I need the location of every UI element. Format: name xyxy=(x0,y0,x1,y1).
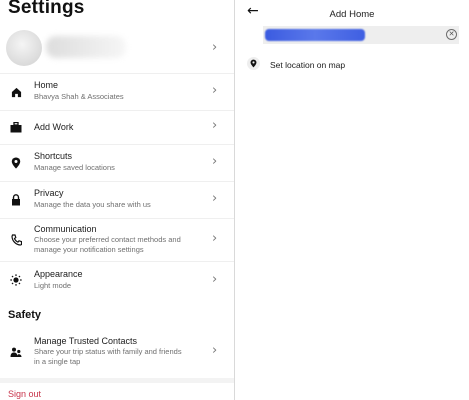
settings-item-trusted-contacts[interactable]: Manage Trusted Contacts Share your trip … xyxy=(0,331,234,373)
section-title-safety: Safety xyxy=(8,309,42,321)
chevron-right-icon: › xyxy=(212,118,218,133)
settings-item-add-work[interactable]: Add Work › xyxy=(0,111,234,144)
settings-item-title: Manage Trusted Contacts xyxy=(34,336,138,346)
set-location-on-map-item[interactable]: Set location on map xyxy=(245,56,465,74)
settings-item-subtitle: Manage the data you share with us xyxy=(34,200,151,209)
settings-item-title: Add Work xyxy=(34,122,74,132)
settings-item-subtitle: Choose your preferred contact methods an… xyxy=(34,235,181,244)
settings-item-subtitle: manage your notification settings xyxy=(34,245,144,254)
chevron-right-icon: › xyxy=(212,154,218,169)
settings-item-subtitle: Bhavya Shah & Associates xyxy=(34,92,124,101)
sun-icon xyxy=(9,273,23,287)
set-location-label: Set location on map xyxy=(270,60,346,70)
chevron-right-icon: › xyxy=(212,40,218,55)
briefcase-icon xyxy=(9,120,23,134)
avatar xyxy=(6,30,42,66)
settings-item-shortcuts[interactable]: Shortcuts Manage saved locations › xyxy=(0,145,234,181)
people-icon xyxy=(9,345,23,359)
clear-icon[interactable]: ✕ xyxy=(446,29,457,40)
settings-item-subtitle: Share your trip status with family and f… xyxy=(34,347,182,356)
address-search-field[interactable]: ✕ xyxy=(263,26,459,44)
home-icon xyxy=(9,85,23,99)
divider xyxy=(0,378,234,383)
settings-item-subtitle: Light mode xyxy=(34,281,72,290)
chevron-right-icon: › xyxy=(212,191,218,206)
chevron-right-icon: › xyxy=(212,272,218,287)
chevron-right-icon: › xyxy=(212,83,218,98)
settings-item-title: Privacy xyxy=(34,188,64,198)
sign-out-link[interactable]: Sign out xyxy=(8,389,41,399)
location-pin-icon xyxy=(247,57,260,70)
settings-item-title: Communication xyxy=(34,224,97,234)
settings-item-subtitle: in a single tap xyxy=(34,357,81,366)
location-pin-icon xyxy=(9,156,23,170)
chevron-right-icon: › xyxy=(212,343,218,358)
lock-icon xyxy=(9,193,23,207)
phone-icon xyxy=(9,233,23,247)
settings-item-title: Appearance xyxy=(34,269,83,279)
page-title: Add Home xyxy=(329,9,375,20)
settings-item-communication[interactable]: Communication Choose your preferred cont… xyxy=(0,219,234,261)
page-title: Settings xyxy=(8,0,85,18)
profile-name-redacted xyxy=(46,36,126,58)
add-home-panel: ← Add Home ✕ Set location on map xyxy=(235,0,469,400)
profile-row[interactable]: › xyxy=(0,26,234,72)
settings-item-title: Shortcuts xyxy=(34,151,73,161)
address-input[interactable] xyxy=(263,26,459,44)
settings-panel: Settings › Home Bhavya Shah & Associates… xyxy=(0,0,234,400)
settings-item-appearance[interactable]: Appearance Light mode › xyxy=(0,262,234,298)
settings-item-privacy[interactable]: Privacy Manage the data you share with u… xyxy=(0,182,234,218)
chevron-right-icon: › xyxy=(212,231,218,246)
settings-item-subtitle: Manage saved locations xyxy=(34,163,115,172)
settings-item-home[interactable]: Home Bhavya Shah & Associates › xyxy=(0,74,234,110)
settings-item-title: Home xyxy=(34,80,59,90)
